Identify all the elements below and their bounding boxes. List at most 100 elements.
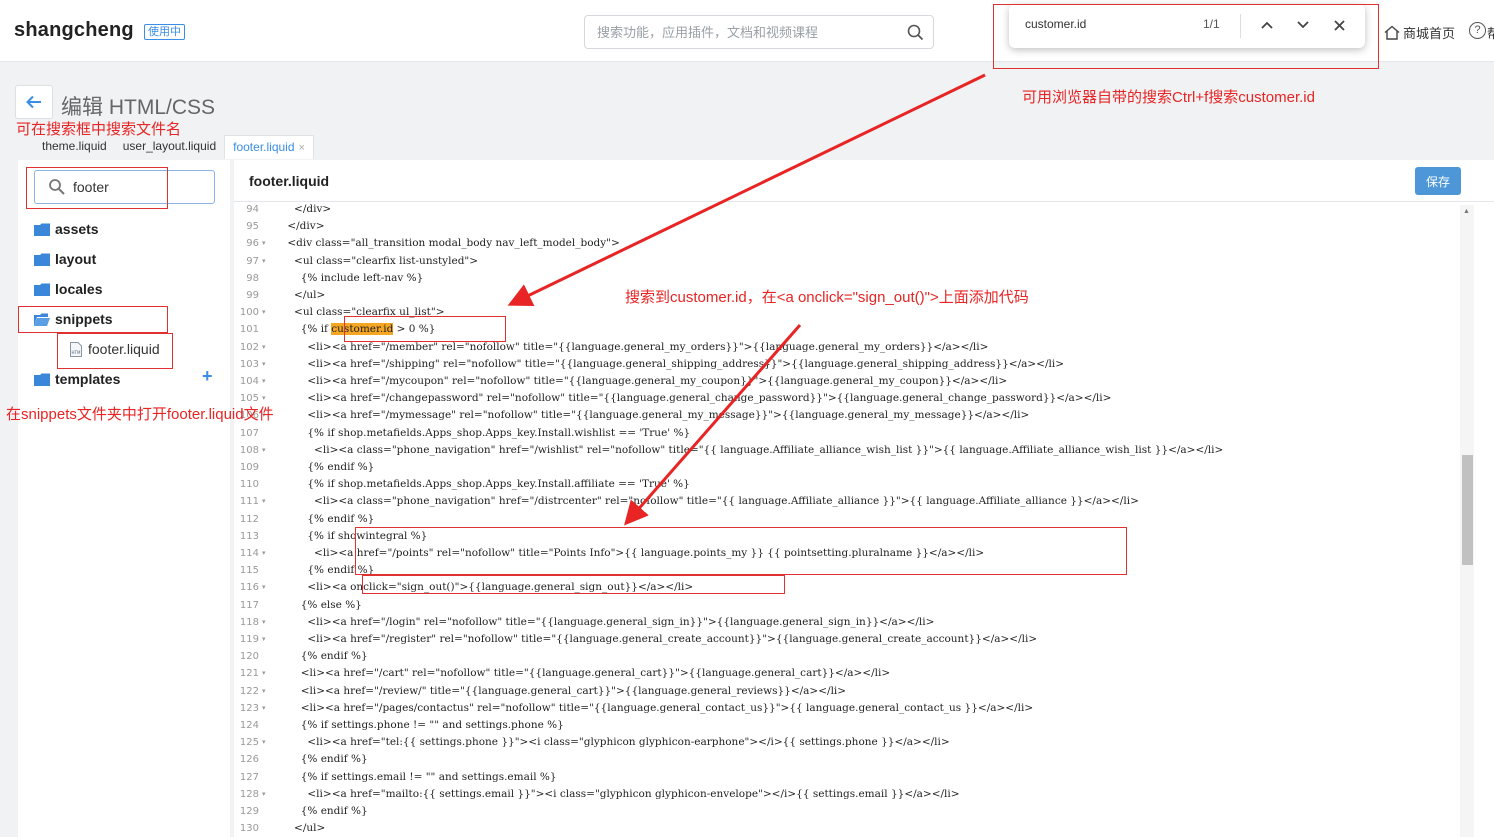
code-segment: {% include left-nav %} xyxy=(274,271,424,284)
code-line[interactable]: 129 {% endif %} xyxy=(234,803,1458,820)
fold-toggle-icon[interactable]: ▾ xyxy=(262,493,266,510)
tab-footer-liquid[interactable]: footer.liquid × xyxy=(224,135,314,159)
code-segment: {% if settings.phone != "" and settings.… xyxy=(274,719,564,731)
code-text: <li><a href="/shipping" rel="nofollow" t… xyxy=(274,356,1064,373)
fold-toggle-icon[interactable]: ▾ xyxy=(262,683,266,700)
annotation-box-sign-out xyxy=(362,575,785,594)
code-line[interactable]: 105 ▾ <li><a href="/changepassword" rel="… xyxy=(234,390,1458,407)
fold-toggle-icon[interactable]: ▾ xyxy=(262,700,266,717)
code-line[interactable]: 119 ▾ <li><a href="/register" rel="nofoll… xyxy=(234,631,1458,648)
code-line[interactable]: 103 ▾ <li><a href="/shipping" rel="nofoll… xyxy=(234,356,1458,373)
editor-file-title: footer.liquid xyxy=(249,173,330,189)
code-segment: <li><a href="/shipping" rel="nofollow" t… xyxy=(274,357,1065,370)
code-line[interactable]: 108 ▾ <li><a class="phone_navigation" hre… xyxy=(234,442,1458,459)
line-number: 94 xyxy=(246,204,259,215)
code-line[interactable]: 128 ▾ <li><a href="mailto:{{ settings.ema… xyxy=(234,786,1458,803)
code-text: {% endif %} xyxy=(274,648,368,665)
line-number: 111 xyxy=(239,496,259,508)
line-number: 122 xyxy=(239,685,259,697)
file-tree-sidebar: assets layout locales snippets HTM foote… xyxy=(18,160,230,837)
line-number: 107 xyxy=(239,427,259,439)
folder-icon xyxy=(34,223,50,236)
code-line[interactable]: 122 ▾ <li><a href="/review/" title="{{lan… xyxy=(234,683,1458,700)
code-line[interactable]: 112 {% endif %} xyxy=(234,511,1458,528)
fold-toggle-icon[interactable]: ▾ xyxy=(262,373,266,390)
fold-toggle-icon[interactable]: ▾ xyxy=(262,442,266,459)
back-button[interactable] xyxy=(15,85,53,119)
code-line[interactable]: 104 ▾ <li><a href="/mycoupon" rel="nofoll… xyxy=(234,373,1458,390)
store-home-link[interactable]: 商城首页 xyxy=(1384,23,1455,42)
code-segment: {% endif %} xyxy=(274,512,375,525)
code-line[interactable]: 110 {% if shop.metafields.Apps_shop.Apps… xyxy=(234,476,1458,493)
fold-toggle-icon[interactable]: ▾ xyxy=(262,339,266,356)
fold-toggle-icon[interactable]: ▾ xyxy=(262,786,266,803)
annotation-box-customer-id xyxy=(344,316,506,342)
global-search[interactable] xyxy=(584,15,934,49)
code-text: {% if shop.metafields.Apps_shop.Apps_key… xyxy=(274,476,689,493)
folder-assets[interactable]: assets xyxy=(34,218,99,240)
code-segment: {% endif %} xyxy=(274,650,368,663)
code-text: <li><a href="/login" rel="nofollow" titl… xyxy=(274,614,934,631)
scroll-up-icon[interactable]: ▲ xyxy=(1463,208,1470,215)
code-line[interactable]: 98 {% include left-nav %} xyxy=(234,270,1458,287)
code-line[interactable]: 117 {% else %} xyxy=(234,597,1458,614)
add-template-button[interactable]: + xyxy=(202,366,213,386)
line-number: 112 xyxy=(239,513,259,525)
code-segment: {% endif %} xyxy=(274,461,375,473)
folder-layout[interactable]: layout xyxy=(34,248,96,270)
save-button[interactable]: 保存 xyxy=(1415,167,1461,195)
code-segment: <li><a href="/cart" rel="nofollow" title… xyxy=(274,667,891,680)
code-line[interactable]: 130 </ul> xyxy=(234,820,1458,837)
fold-toggle-icon[interactable]: ▾ xyxy=(262,545,266,562)
fold-toggle-icon[interactable]: ▾ xyxy=(262,253,266,270)
code-text: <li><a href="/cart" rel="nofollow" title… xyxy=(274,665,890,682)
folder-locales[interactable]: locales xyxy=(34,278,102,300)
code-line[interactable]: 96 ▾ <div class="all_transition modal_bod… xyxy=(234,235,1458,252)
code-line[interactable]: 107 {% if shop.metafields.Apps_shop.Apps… xyxy=(234,425,1458,442)
fold-toggle-icon[interactable]: ▾ xyxy=(262,304,266,321)
fold-toggle-icon[interactable]: ▾ xyxy=(262,665,266,682)
code-line[interactable]: 125 ▾ <li><a href="tel:{{ settings.phone … xyxy=(234,734,1458,751)
code-line[interactable]: 97 ▾ <ul class="clearfix list-unstyled"> xyxy=(234,253,1458,270)
line-number: 123 xyxy=(239,702,259,714)
code-line[interactable]: 120 {% endif %} xyxy=(234,648,1458,665)
brand-name: shangcheng xyxy=(14,19,134,41)
tab-close-icon[interactable]: × xyxy=(299,142,305,154)
code-line[interactable]: 95 </div> xyxy=(234,218,1458,235)
code-segment: <li><a href="/login" rel="nofollow" titl… xyxy=(274,615,935,628)
global-search-input[interactable] xyxy=(585,16,885,48)
fold-toggle-icon[interactable]: ▾ xyxy=(262,356,266,373)
code-segment: <li><a href="/review/" title="{{language… xyxy=(274,684,847,697)
code-segment: {% else %} xyxy=(274,598,362,611)
code-line[interactable]: 118 ▾ <li><a href="/login" rel="nofollow"… xyxy=(234,614,1458,631)
code-line[interactable]: 121 ▾ <li><a href="/cart" rel="nofollow" … xyxy=(234,665,1458,682)
code-line[interactable]: 124 {% if settings.phone != "" and setti… xyxy=(234,717,1458,734)
code-segment: <li><a href="/mycoupon" rel="nofollow" t… xyxy=(274,375,1008,387)
code-line[interactable]: 123 ▾ <li><a href="/pages/contactus" rel=… xyxy=(234,700,1458,717)
code-line[interactable]: 106 ▾ <li><a href="/mymessage" rel="nofol… xyxy=(234,407,1458,424)
help-label[interactable]: 帮 xyxy=(1487,23,1494,42)
fold-toggle-icon[interactable]: ▾ xyxy=(262,579,266,596)
code-text: <li><a href="mailto:{{ settings.email }}… xyxy=(274,786,959,803)
fold-toggle-icon[interactable]: ▾ xyxy=(262,631,266,648)
scrollbar-thumb[interactable] xyxy=(1462,455,1473,565)
line-number: 110 xyxy=(239,479,259,491)
code-line[interactable]: 127 {% if settings.email != "" and setti… xyxy=(234,769,1458,786)
code-line[interactable]: 111 ▾ <li><a class="phone_navigation" hre… xyxy=(234,493,1458,510)
folder-label: layout xyxy=(55,251,97,267)
code-text: <li><a href="/changepassword" rel="nofol… xyxy=(274,390,1111,407)
code-line[interactable]: 109 {% endif %} xyxy=(234,459,1458,476)
line-number: 96 xyxy=(246,238,259,250)
folder-templates[interactable]: templates xyxy=(34,368,120,390)
search-icon[interactable] xyxy=(907,24,924,41)
fold-toggle-icon[interactable]: ▾ xyxy=(262,614,266,631)
code-line[interactable]: 126 {% endif %} xyxy=(234,751,1458,768)
folder-label: templates xyxy=(55,371,121,387)
line-number: 125 xyxy=(239,737,259,749)
code-line[interactable]: 94 </div> xyxy=(234,201,1458,218)
code-segment: <li><a href="tel:{{ settings.phone }}"><… xyxy=(274,736,950,749)
fold-toggle-icon[interactable]: ▾ xyxy=(262,235,266,252)
annotation-box-findbar xyxy=(993,4,1379,69)
fold-toggle-icon[interactable]: ▾ xyxy=(262,734,266,751)
help-icon[interactable]: ? xyxy=(1469,22,1486,39)
